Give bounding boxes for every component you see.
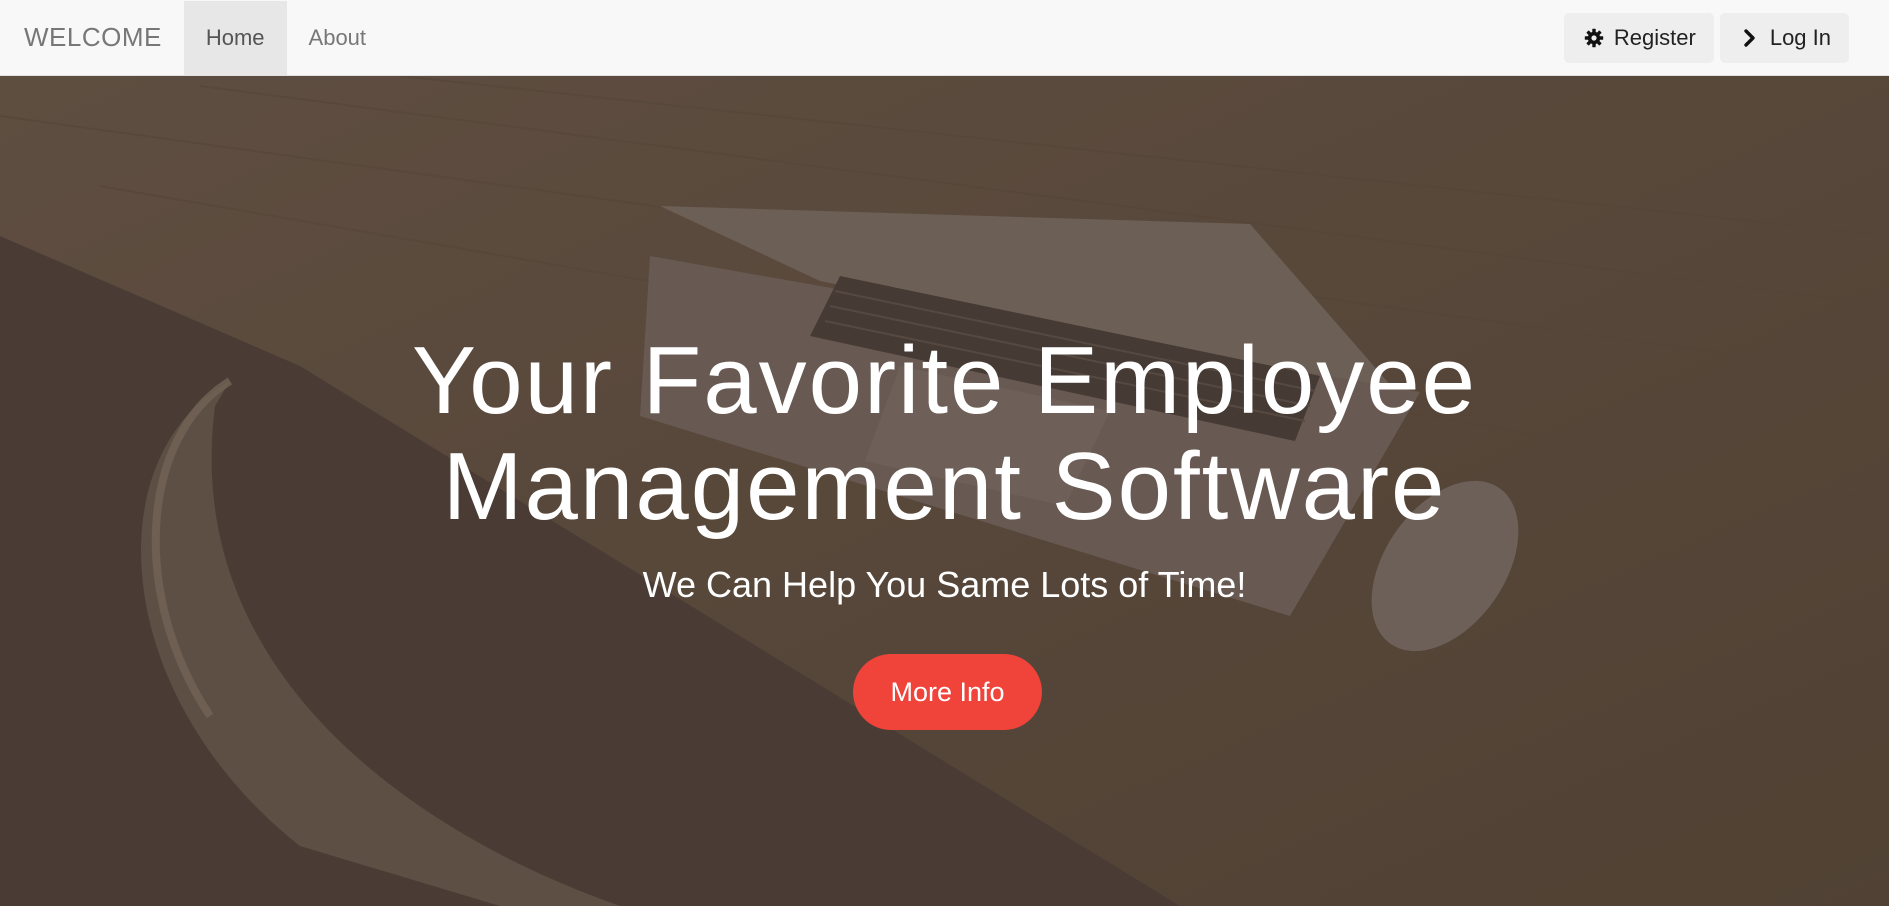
nav-link-about[interactable]: About [287, 1, 389, 75]
chevron-right-icon [1740, 28, 1760, 48]
register-button[interactable]: Register [1563, 13, 1714, 63]
hero-title-line-1: Your Favorite Employee [412, 327, 1477, 434]
hero-title-line-2: Management Software [442, 433, 1447, 540]
register-label: Register [1613, 25, 1696, 50]
nav-right-group: Register Log In [1563, 13, 1849, 63]
brand-link[interactable]: WELCOME [0, 0, 184, 75]
login-button[interactable]: Log In [1719, 13, 1849, 63]
hero-title: Your Favorite Employee Management Softwa… [0, 328, 1889, 540]
more-info-button[interactable]: More Info [853, 654, 1042, 730]
nav-link-home[interactable]: Home [183, 1, 287, 75]
login-label: Log In [1769, 25, 1831, 50]
top-navbar: WELCOME Home About Register Log In [0, 0, 1889, 76]
hero-subtitle: We Can Help You Same Lots of Time! [642, 564, 1247, 605]
gear-icon [1584, 28, 1604, 48]
hero-section: Your Favorite Employee Management Softwa… [0, 76, 1889, 906]
